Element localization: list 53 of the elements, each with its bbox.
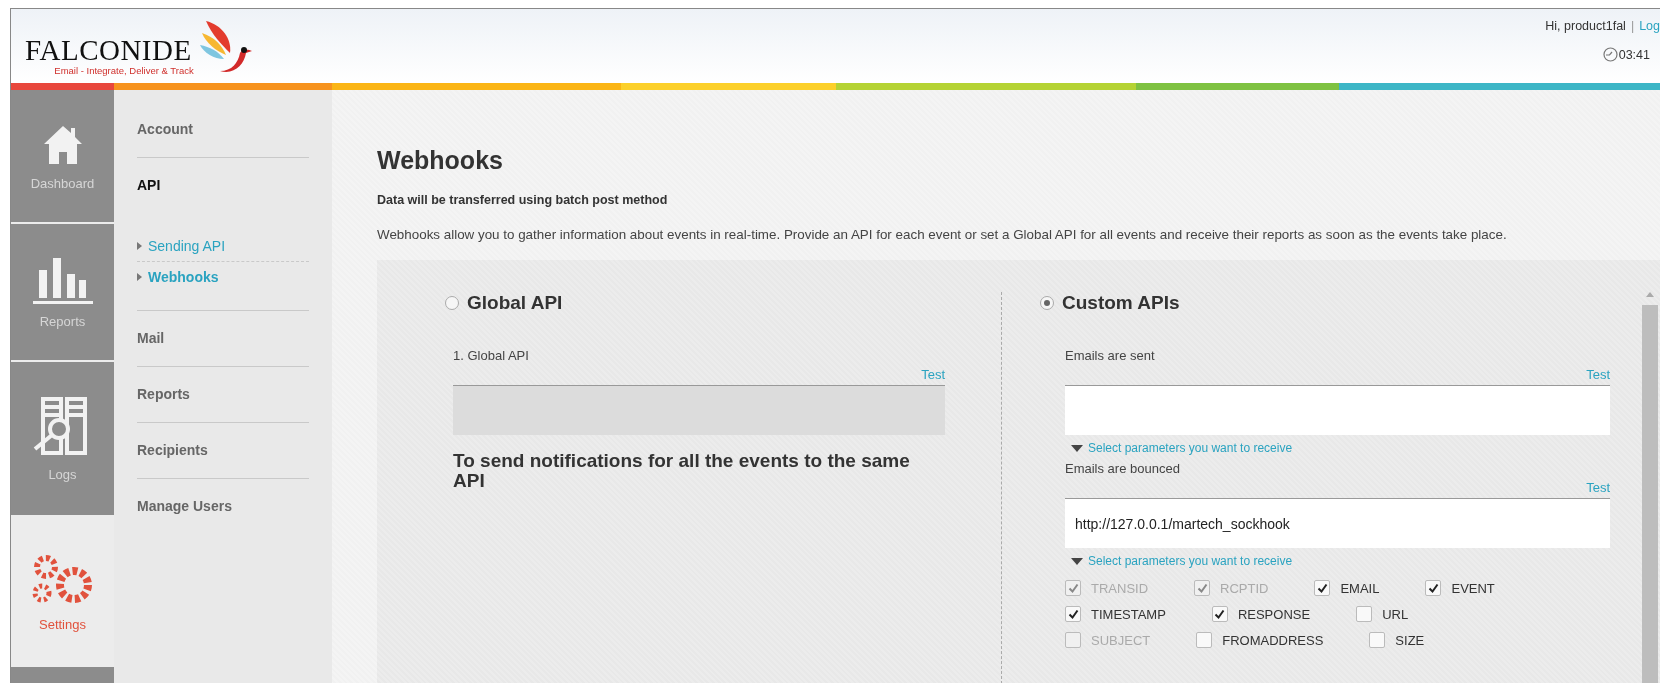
caret-icon bbox=[137, 273, 142, 281]
submenu-item[interactable]: API bbox=[137, 168, 309, 213]
scrollbar[interactable] bbox=[1640, 292, 1660, 683]
submenu-item[interactable]: Manage Users bbox=[137, 489, 309, 534]
submenu-item[interactable]: Account bbox=[137, 112, 309, 157]
check-icon bbox=[1316, 582, 1328, 594]
logo[interactable]: FALCONIDE Email - Integrate, Deliver & Track bbox=[11, 9, 254, 83]
test-link[interactable]: Test bbox=[1586, 367, 1610, 382]
brand-name: FALCONIDE bbox=[25, 35, 192, 65]
nav-tile[interactable] bbox=[11, 667, 114, 683]
logout-link[interactable]: Log bbox=[1639, 19, 1660, 33]
field-label: 1. Global API bbox=[453, 348, 530, 363]
test-link[interactable]: Test bbox=[1586, 480, 1610, 495]
submenu-item[interactable]: Recipients bbox=[137, 433, 309, 478]
submenu-link[interactable]: Webhooks bbox=[137, 262, 309, 292]
parameter-checkbox[interactable]: URL bbox=[1356, 606, 1409, 622]
submenu-item[interactable]: Mail bbox=[137, 321, 309, 366]
field-label: Emails are bounced bbox=[1065, 461, 1181, 476]
bar-chart-icon bbox=[30, 255, 95, 306]
check-icon bbox=[1067, 582, 1079, 594]
url-field[interactable]: http://127.0.0.1/martech_sockhook bbox=[1065, 498, 1610, 548]
radio-label: Global API bbox=[467, 292, 563, 314]
check-icon bbox=[1214, 608, 1226, 620]
url-field[interactable] bbox=[1065, 385, 1610, 435]
parameter-checkbox[interactable]: EVENT bbox=[1425, 580, 1495, 596]
greeting: Hi, product1fal bbox=[1545, 19, 1626, 33]
parameter-checkbox[interactable]: RESPONSE bbox=[1211, 606, 1311, 622]
caret-icon bbox=[1071, 557, 1083, 565]
clock-time: 03:41 bbox=[1618, 47, 1650, 62]
parameter-checkbox[interactable]: TIMESTAMP bbox=[1065, 606, 1166, 622]
params-toggle[interactable]: Select parameters you want to receive bbox=[1065, 548, 1610, 574]
caret-icon bbox=[137, 242, 142, 250]
page-description: Webhooks allow you to gather information about events in real-time. Provide an API for each event or set a Global API for all events and receive their reports as soon as the events take place. bbox=[377, 227, 1508, 242]
clock-icon bbox=[1602, 47, 1618, 62]
radio-label: Custom APIs bbox=[1062, 292, 1180, 314]
check-icon bbox=[1427, 582, 1439, 594]
page-title: Webhooks bbox=[377, 146, 504, 175]
tagline: Email - Integrate, Deliver & Track bbox=[54, 65, 194, 76]
page-subtitle: Data will be transferred using batch post method bbox=[377, 193, 669, 207]
separator: | bbox=[1630, 19, 1635, 33]
submenu-link[interactable]: Sending API bbox=[137, 231, 309, 262]
scroll-up-icon[interactable] bbox=[1646, 292, 1654, 297]
check-icon bbox=[1196, 582, 1208, 594]
parameter-checkbox[interactable]: FROMADDRESS bbox=[1196, 632, 1324, 648]
params-toggle[interactable]: Select parameters you want to receive bbox=[1065, 435, 1610, 461]
caret-icon bbox=[1071, 444, 1083, 452]
parameter-checkbox[interactable]: SIZE bbox=[1369, 632, 1425, 648]
field-label: Emails are sent bbox=[1065, 348, 1156, 363]
submenu-item[interactable]: Reports bbox=[137, 377, 309, 422]
radio-button[interactable] bbox=[1040, 296, 1054, 310]
parameter-checkbox[interactable]: EMAIL bbox=[1314, 580, 1380, 596]
check-icon bbox=[1067, 608, 1079, 620]
global-note: To send notifications for all the events to the same API bbox=[453, 451, 911, 491]
